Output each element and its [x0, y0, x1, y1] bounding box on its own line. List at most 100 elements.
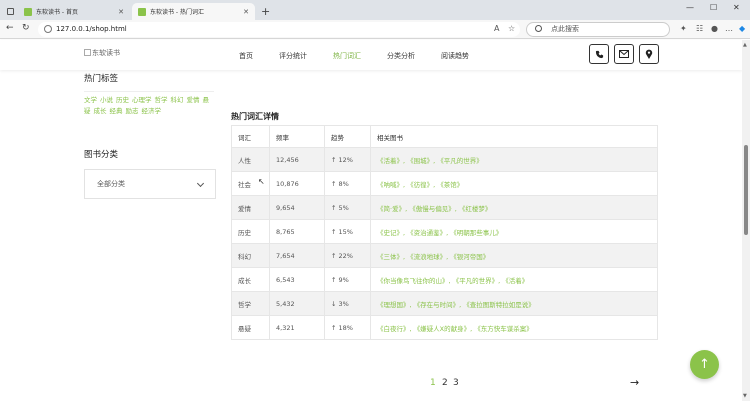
hot-words-table-title: 热门词汇详情	[231, 112, 279, 121]
tag-link[interactable]: 经济学	[142, 107, 162, 115]
column-header-frequency: 频率	[269, 125, 325, 148]
broken-image-icon	[84, 49, 91, 56]
column-header-trend: 趋势	[324, 125, 371, 148]
new-tab-button[interactable]: +	[261, 3, 270, 20]
category-select-value: 全部分类	[97, 180, 125, 188]
mouse-cursor-icon: ↖	[258, 177, 265, 186]
table-row: 爱情 9,654 ↑ 5% 《简·爱》, 《傲慢与偏见》, 《红楼梦》	[231, 195, 658, 220]
back-icon[interactable]: ←	[6, 23, 14, 33]
phone-icon	[595, 50, 603, 58]
table-row: 悬疑 4,321 ↑ 18% 《白夜行》, 《嫌疑人X的献身》, 《东方快车谋杀…	[231, 315, 658, 340]
more-menu-icon[interactable]: …	[725, 24, 733, 33]
mail-button[interactable]	[614, 44, 634, 64]
tag-link[interactable]: 哲学	[155, 96, 168, 104]
cell-related-books[interactable]: 《你当像鸟飞往你的山》, 《平凡的世界》, 《活着》	[370, 267, 658, 292]
scroll-up-icon[interactable]: ▲	[743, 42, 747, 48]
minimize-icon[interactable]: —	[686, 3, 694, 12]
page-link-2[interactable]: 2	[442, 378, 448, 388]
nav-rating-stats[interactable]: 评分统计	[279, 51, 307, 61]
copilot-icon[interactable]: ◆	[739, 24, 745, 33]
next-page-arrow-icon[interactable]: →	[630, 376, 639, 389]
cell-related-books[interactable]: 《活着》, 《围城》, 《平凡的世界》	[370, 147, 658, 172]
reload-icon[interactable]: ↻	[22, 23, 30, 33]
browser-tab-bar: 东软读书 - 首页 ✕ 东软读书 - 热门词汇 ✕ +	[0, 0, 750, 20]
site-logo[interactable]: 东软读书	[84, 48, 120, 58]
browser-search-field[interactable]: 点此搜索	[526, 22, 670, 37]
tag-link[interactable]: 小说	[100, 96, 113, 104]
cell-related-books[interactable]: 《呐喊》, 《彷徨》, 《茶馆》	[370, 171, 658, 196]
read-aloud-icon[interactable]: A	[494, 24, 499, 33]
chevron-down-icon	[196, 179, 205, 188]
close-tab-icon[interactable]: ✕	[243, 8, 249, 16]
nav-category-analysis[interactable]: 分类分析	[387, 51, 415, 61]
cell-related-books[interactable]: 《白夜行》, 《嫌疑人X的献身》, 《东方快车谋杀案》	[370, 315, 658, 340]
table-row: 成长 6,543 ↑ 9% 《你当像鸟飞往你的山》, 《平凡的世界》, 《活着》	[231, 267, 658, 292]
cell-word: 人性	[231, 147, 270, 172]
window-menu-icon[interactable]	[4, 3, 16, 20]
site-header: 东软读书 首页 评分统计 热门词汇 分类分析 阅读趋势	[0, 40, 742, 70]
table-row: 科幻 7,654 ↑ 22% 《三体》, 《流浪地球》, 《银河帝国》	[231, 243, 658, 268]
cell-related-books[interactable]: 《理想国》, 《存在与时间》, 《查拉图斯特拉如是说》	[370, 291, 658, 316]
profile-icon[interactable]: ●	[711, 24, 718, 33]
scroll-down-icon[interactable]: ▼	[743, 393, 747, 399]
table-header-row: 词汇 频率 趋势 相关图书	[231, 125, 658, 148]
column-header-related-books: 相关图书	[370, 125, 658, 148]
tag-link[interactable]: 爱情	[187, 96, 200, 104]
location-button[interactable]	[639, 44, 659, 64]
tag-link[interactable]: 历史	[116, 96, 129, 104]
nav-reading-trends[interactable]: 阅读趋势	[441, 51, 469, 61]
table-row: 哲学 5,432 ↓ 3% 《理想国》, 《存在与时间》, 《查拉图斯特拉如是说…	[231, 291, 658, 316]
tag-link[interactable]: 文学	[84, 96, 97, 104]
browser-tab-home[interactable]: 东软读书 - 首页 ✕	[18, 3, 130, 20]
url-field[interactable]: 127.0.0.1/shop.html	[38, 22, 520, 37]
cell-frequency: 4,321	[269, 315, 325, 340]
hot-tags-heading: 热门标签	[84, 74, 119, 84]
cell-word: 成长	[231, 267, 270, 292]
cell-related-books[interactable]: 《三体》, 《流浪地球》, 《银河帝国》	[370, 243, 658, 268]
table-row: 社会 10,876 ↑ 8% 《呐喊》, 《彷徨》, 《茶馆》	[231, 171, 658, 196]
cell-trend: ↑ 12%	[324, 147, 371, 172]
close-window-icon[interactable]: ✕	[733, 3, 740, 12]
tag-link[interactable]: 励志	[126, 107, 139, 115]
table-row: 人性 12,456 ↑ 12% 《活着》, 《围城》, 《平凡的世界》	[231, 147, 658, 172]
site-info-icon[interactable]	[44, 25, 52, 33]
favorites-icon[interactable]: ☷	[696, 24, 703, 33]
extensions-icon[interactable]: ✦	[680, 24, 687, 33]
cell-related-books[interactable]: 《史记》, 《资治通鉴》, 《明朝那些事儿》	[370, 219, 658, 244]
arrow-up-icon: ↑	[699, 357, 710, 372]
close-tab-icon[interactable]: ✕	[118, 8, 124, 16]
cell-word: 悬疑	[231, 315, 270, 340]
nav-hot-words[interactable]: 热门词汇	[333, 51, 361, 61]
browser-tab-hotwords[interactable]: 东软读书 - 热门词汇 ✕	[132, 3, 255, 20]
cell-related-books[interactable]: 《简·爱》, 《傲慢与偏见》, 《红楼梦》	[370, 195, 658, 220]
cell-trend: ↓ 3%	[324, 291, 371, 316]
tag-link[interactable]: 成长	[94, 107, 107, 115]
hot-tags-list: 文学 小说 历史 心理学 哲学 科幻 爱情 悬疑 成长 经典 励志 经济学	[84, 95, 214, 117]
table-row: 历史 8,765 ↑ 15% 《史记》, 《资治通鉴》, 《明朝那些事儿》	[231, 219, 658, 244]
back-to-top-button[interactable]: ↑	[690, 350, 719, 379]
search-icon	[535, 25, 542, 32]
favorite-star-icon[interactable]: ☆	[508, 24, 515, 33]
page-scrollbar[interactable]: ▲ ▼	[742, 40, 750, 401]
cell-trend: ↑ 8%	[324, 171, 371, 196]
cell-trend: ↑ 9%	[324, 267, 371, 292]
category-select[interactable]: 全部分类	[84, 169, 216, 199]
divider	[84, 91, 214, 92]
cell-trend: ↑ 5%	[324, 195, 371, 220]
tag-link[interactable]: 心理学	[132, 96, 152, 104]
site-favicon-icon	[138, 7, 146, 16]
tag-link[interactable]: 科幻	[171, 96, 184, 104]
url-text: 127.0.0.1/shop.html	[56, 25, 127, 33]
phone-button[interactable]	[589, 44, 609, 64]
nav-home[interactable]: 首页	[239, 51, 253, 61]
cell-frequency: 7,654	[269, 243, 325, 268]
maximize-icon[interactable]: ☐	[710, 3, 717, 12]
tag-link[interactable]: 经典	[110, 107, 123, 115]
scrollbar-thumb[interactable]	[744, 145, 748, 235]
cell-frequency: 9,654	[269, 195, 325, 220]
address-toolbar: ← ↻ 127.0.0.1/shop.html A ☆ 点此搜索 ✦ ☷ ● ……	[0, 20, 750, 39]
page-link-1[interactable]: 1	[430, 378, 436, 388]
cell-trend: ↑ 22%	[324, 243, 371, 268]
category-heading: 图书分类	[84, 150, 119, 160]
page-link-3[interactable]: 3	[453, 378, 459, 388]
